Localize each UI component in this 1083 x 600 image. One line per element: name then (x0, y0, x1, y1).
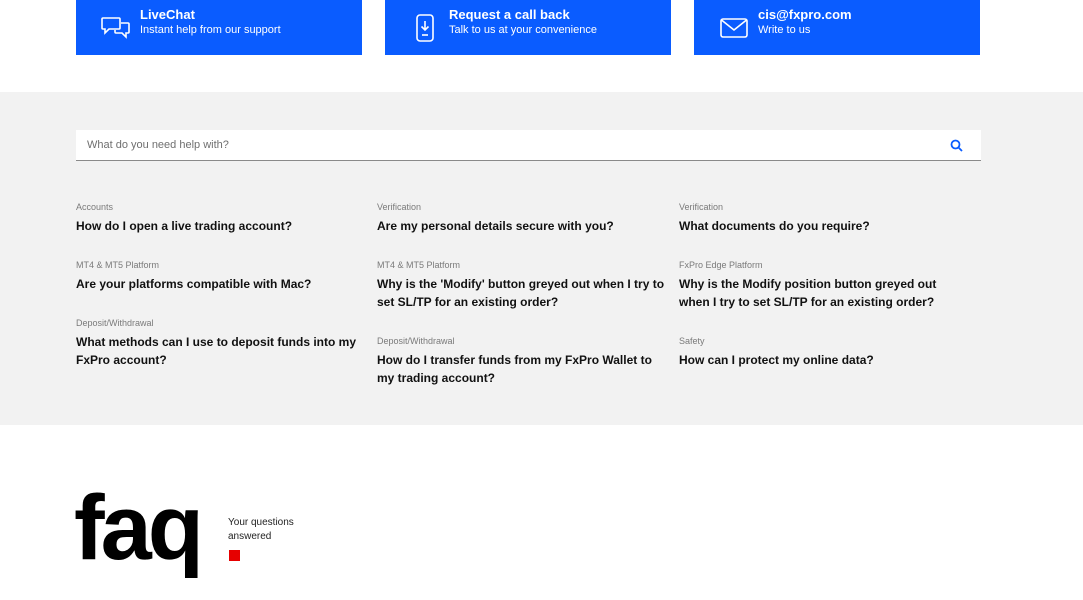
livechat-card[interactable]: LiveChat Instant help from our support (76, 0, 362, 55)
faq-category: Safety (679, 336, 705, 346)
faq-question-link[interactable]: How can I protect my online data? (679, 351, 969, 369)
faq-item: MT4 & MT5 Platform Are your platforms co… (76, 259, 366, 293)
livechat-subtitle: Instant help from our support (140, 23, 281, 36)
email-card[interactable]: cis@fxpro.com Write to us (694, 0, 980, 55)
search-input[interactable] (76, 130, 936, 160)
search-icon[interactable] (950, 139, 963, 152)
help-section: Accounts How do I open a live trading ac… (0, 92, 1083, 425)
faq-item: Deposit/Withdrawal What methods can I us… (76, 317, 366, 369)
faq-logo: faq (74, 477, 204, 579)
faq-question-link[interactable]: What documents do you require? (679, 217, 969, 235)
faq-category: Deposit/Withdrawal (377, 336, 455, 346)
faq-question-link[interactable]: What methods can I use to deposit funds … (76, 333, 366, 369)
faq-tagline: Your questions answered (228, 517, 294, 542)
faq-category: Deposit/Withdrawal (76, 318, 154, 328)
callback-title: Request a call back (449, 6, 570, 22)
faq-category: MT4 & MT5 Platform (377, 260, 461, 270)
faq-category: MT4 & MT5 Platform (76, 260, 160, 270)
email-title: cis@fxpro.com (758, 6, 852, 22)
faq-question-link[interactable]: Are my personal details secure with you? (377, 217, 667, 235)
faq-question-link[interactable]: How do I transfer funds from my FxPro Wa… (377, 351, 667, 387)
search-bar (76, 130, 981, 161)
faq-item: Accounts How do I open a live trading ac… (76, 201, 366, 235)
contact-options: LiveChat Instant help from our support R… (0, 0, 1083, 55)
mail-icon (718, 12, 750, 44)
faq-item: MT4 & MT5 Platform Why is the 'Modify' b… (377, 259, 667, 311)
faq-question-link[interactable]: Why is the Modify position button greyed… (679, 275, 969, 311)
faq-question-link[interactable]: How do I open a live trading account? (76, 217, 366, 235)
callback-card[interactable]: Request a call back Talk to us at your c… (385, 0, 671, 55)
faq-item: Deposit/Withdrawal How do I transfer fun… (377, 335, 667, 387)
callback-subtitle: Talk to us at your convenience (449, 23, 597, 36)
faq-item: Verification Are my personal details sec… (377, 201, 667, 235)
faq-item: Verification What documents do you requi… (679, 201, 969, 235)
faq-category: Verification (679, 202, 724, 212)
email-subtitle: Write to us (758, 23, 811, 36)
accent-square (229, 550, 240, 561)
faq-category: Verification (377, 202, 422, 212)
faq-category: Accounts (76, 202, 114, 212)
faq-question-link[interactable]: Why is the 'Modify' button greyed out wh… (377, 275, 667, 311)
phone-icon (409, 12, 441, 44)
faq-item: Safety How can I protect my online data? (679, 335, 969, 369)
faq-category: FxPro Edge Platform (679, 260, 763, 270)
chat-icon (100, 12, 132, 44)
faq-item: FxPro Edge Platform Why is the Modify po… (679, 259, 969, 311)
livechat-title: LiveChat (140, 6, 195, 22)
faq-question-link[interactable]: Are your platforms compatible with Mac? (76, 275, 366, 293)
